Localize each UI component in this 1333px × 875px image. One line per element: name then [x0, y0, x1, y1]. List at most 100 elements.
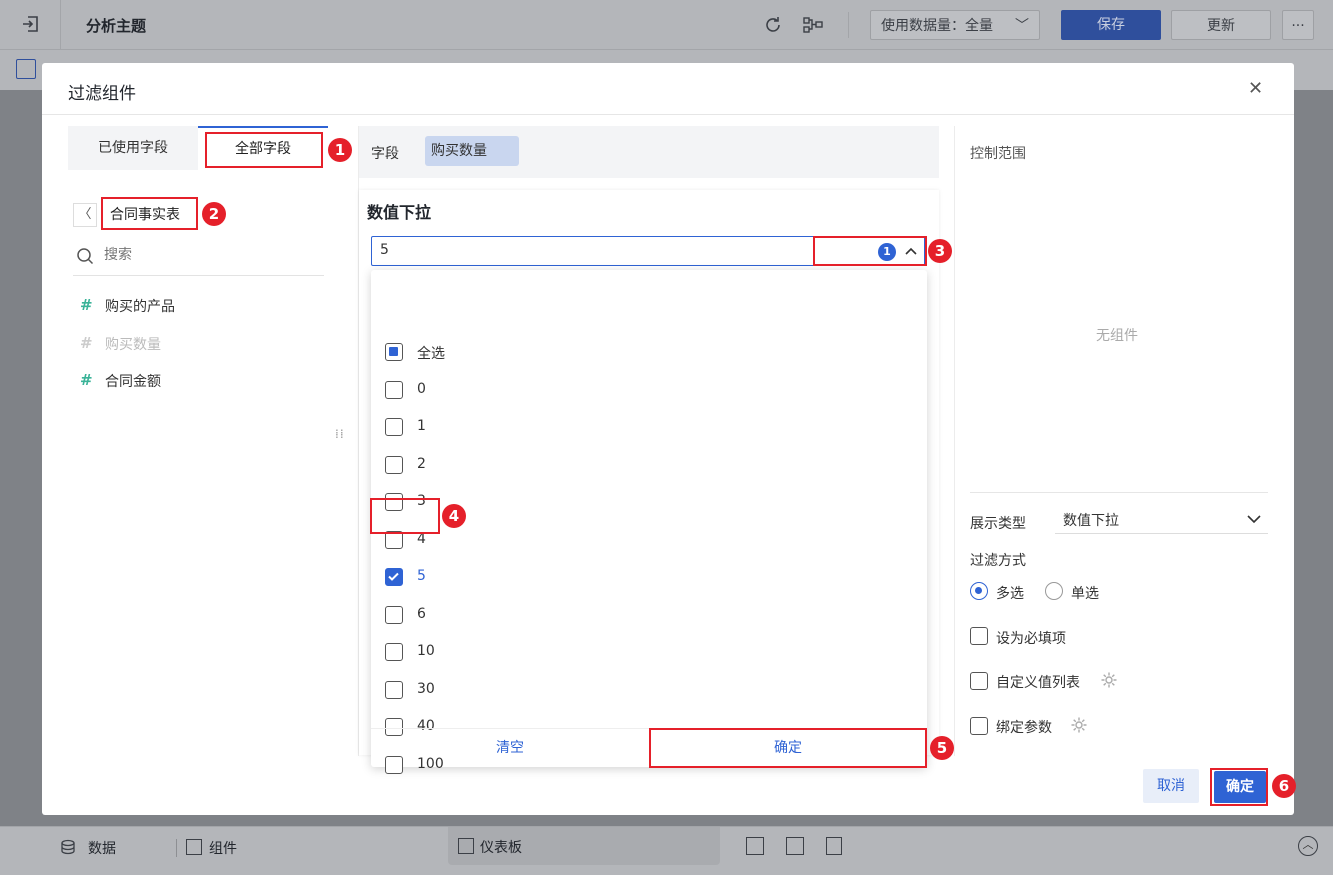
- divider: [73, 275, 324, 276]
- option-label: 6: [417, 606, 426, 622]
- tab-used-fields[interactable]: 已使用字段: [68, 126, 198, 170]
- clear-button[interactable]: 清空: [371, 729, 649, 767]
- filter-component-dialog: 过滤组件 ✕ 已使用字段 全部字段 〈 合同事实表 # 购买的产品 # 购买数量…: [42, 63, 1294, 815]
- option-checkbox[interactable]: [385, 456, 403, 474]
- option-label: 4: [417, 531, 426, 547]
- option-label: 30: [417, 681, 435, 697]
- table-name: 合同事实表: [110, 207, 180, 223]
- ok-button[interactable]: 确定: [1214, 771, 1266, 803]
- divider: [954, 126, 955, 756]
- dashboard-tab[interactable]: 仪表板: [448, 827, 720, 865]
- dropdown-panel: 全选 0 1 2 3 4 5 6 10 30 40 100 清空 确定: [371, 270, 927, 774]
- widget-title: 数值下拉: [367, 203, 432, 222]
- bind-param-checkbox[interactable]: [970, 717, 988, 735]
- option-checkbox[interactable]: [385, 643, 403, 661]
- option-item[interactable]: 2: [371, 448, 927, 484]
- dialog-title: 过滤组件: [68, 84, 136, 104]
- tab-all-fields[interactable]: 全部字段: [198, 126, 328, 170]
- option-checkbox[interactable]: [385, 606, 403, 624]
- update-button[interactable]: 更新: [1171, 10, 1271, 40]
- number-field-icon: #: [80, 334, 93, 352]
- option-item[interactable]: 3: [371, 485, 927, 521]
- field-item-contract-amount[interactable]: # 合同金额: [80, 371, 310, 393]
- custom-list-label: 自定义值列表: [996, 675, 1080, 691]
- data-tab[interactable]: 数据: [88, 838, 116, 858]
- option-checkbox[interactable]: [385, 418, 403, 436]
- add-chart-icon[interactable]: [746, 837, 764, 855]
- divider: [176, 839, 177, 857]
- option-item[interactable]: 10: [371, 635, 927, 671]
- field-chip-label: 购买数量: [431, 143, 487, 159]
- divider: [42, 114, 1294, 115]
- filter-mode-label: 过滤方式: [970, 553, 1026, 569]
- save-button[interactable]: 保存: [1061, 10, 1161, 40]
- field-panel: 已使用字段 全部字段 〈 合同事实表 # 购买的产品 # 购买数量 # 合同金额: [68, 126, 330, 726]
- field-label: 字段: [371, 146, 399, 162]
- divider: [848, 12, 849, 38]
- chevron-left-icon: 〈: [78, 207, 92, 222]
- field-row: 字段 购买数量: [359, 126, 939, 178]
- gear-icon[interactable]: [1070, 716, 1088, 734]
- display-type-select[interactable]: 数值下拉: [1055, 504, 1268, 534]
- chart-icon[interactable]: [186, 839, 202, 855]
- add-text-icon[interactable]: [826, 837, 842, 855]
- radio-single[interactable]: [1045, 582, 1063, 600]
- collapse-up-icon[interactable]: ︿: [1298, 836, 1318, 856]
- input-value: 5: [380, 242, 389, 258]
- option-label: 3: [417, 493, 426, 509]
- option-item[interactable]: 30: [371, 673, 927, 709]
- option-item[interactable]: 1: [371, 410, 927, 446]
- option-checkbox[interactable]: [385, 343, 403, 361]
- option-checkbox[interactable]: [385, 568, 403, 586]
- dropdown-confirm-button[interactable]: 确定: [649, 729, 927, 767]
- add-component-icon[interactable]: [16, 59, 36, 79]
- option-checkbox[interactable]: [385, 493, 403, 511]
- search-icon: [76, 247, 94, 265]
- search-input[interactable]: [104, 242, 324, 268]
- option-item[interactable]: 6: [371, 598, 927, 634]
- divider: [970, 492, 1268, 493]
- tab-label: 全部字段: [235, 141, 291, 157]
- option-checkbox[interactable]: [385, 531, 403, 549]
- chevron-down-icon: ﹀: [1015, 18, 1029, 34]
- display-type-value: 数值下拉: [1063, 513, 1119, 529]
- relation-icon[interactable]: [802, 14, 824, 36]
- more-button[interactable]: ···: [1282, 10, 1314, 40]
- option-item[interactable]: 5: [371, 560, 927, 596]
- option-item[interactable]: 0: [371, 373, 927, 409]
- value-select-input[interactable]: 5 1: [371, 236, 925, 266]
- component-tab[interactable]: 组件: [209, 838, 237, 858]
- back-button[interactable]: 〈: [73, 203, 97, 227]
- refresh-icon[interactable]: [762, 14, 784, 36]
- select-all-option[interactable]: 全选: [371, 335, 927, 371]
- bind-param-label: 绑定参数: [996, 720, 1052, 736]
- option-checkbox[interactable]: [385, 381, 403, 399]
- option-item[interactable]: 4: [371, 523, 927, 559]
- required-checkbox[interactable]: [970, 627, 988, 645]
- field-item-purchased-product[interactable]: # 购买的产品: [80, 296, 310, 318]
- control-scope-label: 控制范围: [970, 146, 1026, 162]
- field-label: 合同金额: [105, 374, 161, 390]
- field-label: 购买的产品: [105, 299, 175, 315]
- radio-multi-label: 多选: [996, 586, 1024, 602]
- option-label: 全选: [417, 346, 445, 362]
- option-checkbox[interactable]: [385, 681, 403, 699]
- chevron-down-icon: [1246, 511, 1262, 527]
- top-toolbar: 分析主题 使用数据量：全量 ﹀ 保存 更新 ···: [0, 0, 1333, 50]
- exit-icon[interactable]: [20, 13, 42, 35]
- database-icon[interactable]: [60, 839, 76, 855]
- close-icon[interactable]: ✕: [1248, 78, 1263, 99]
- selected-count-badge: 1: [878, 243, 896, 261]
- dashboard-icon: [458, 838, 474, 854]
- chevron-up-icon[interactable]: [903, 243, 919, 259]
- required-label: 设为必填项: [996, 631, 1066, 647]
- page-title: 分析主题: [86, 17, 147, 35]
- data-volume-select[interactable]: 使用数据量：全量 ﹀: [870, 10, 1040, 40]
- radio-multi[interactable]: [970, 582, 988, 600]
- field-chip[interactable]: 购买数量: [425, 136, 519, 166]
- cancel-button[interactable]: 取消: [1143, 769, 1199, 803]
- resize-handle[interactable]: ⁞⁞: [335, 428, 347, 453]
- gear-icon[interactable]: [1100, 671, 1118, 689]
- add-table-icon[interactable]: [786, 837, 804, 855]
- custom-list-checkbox[interactable]: [970, 672, 988, 690]
